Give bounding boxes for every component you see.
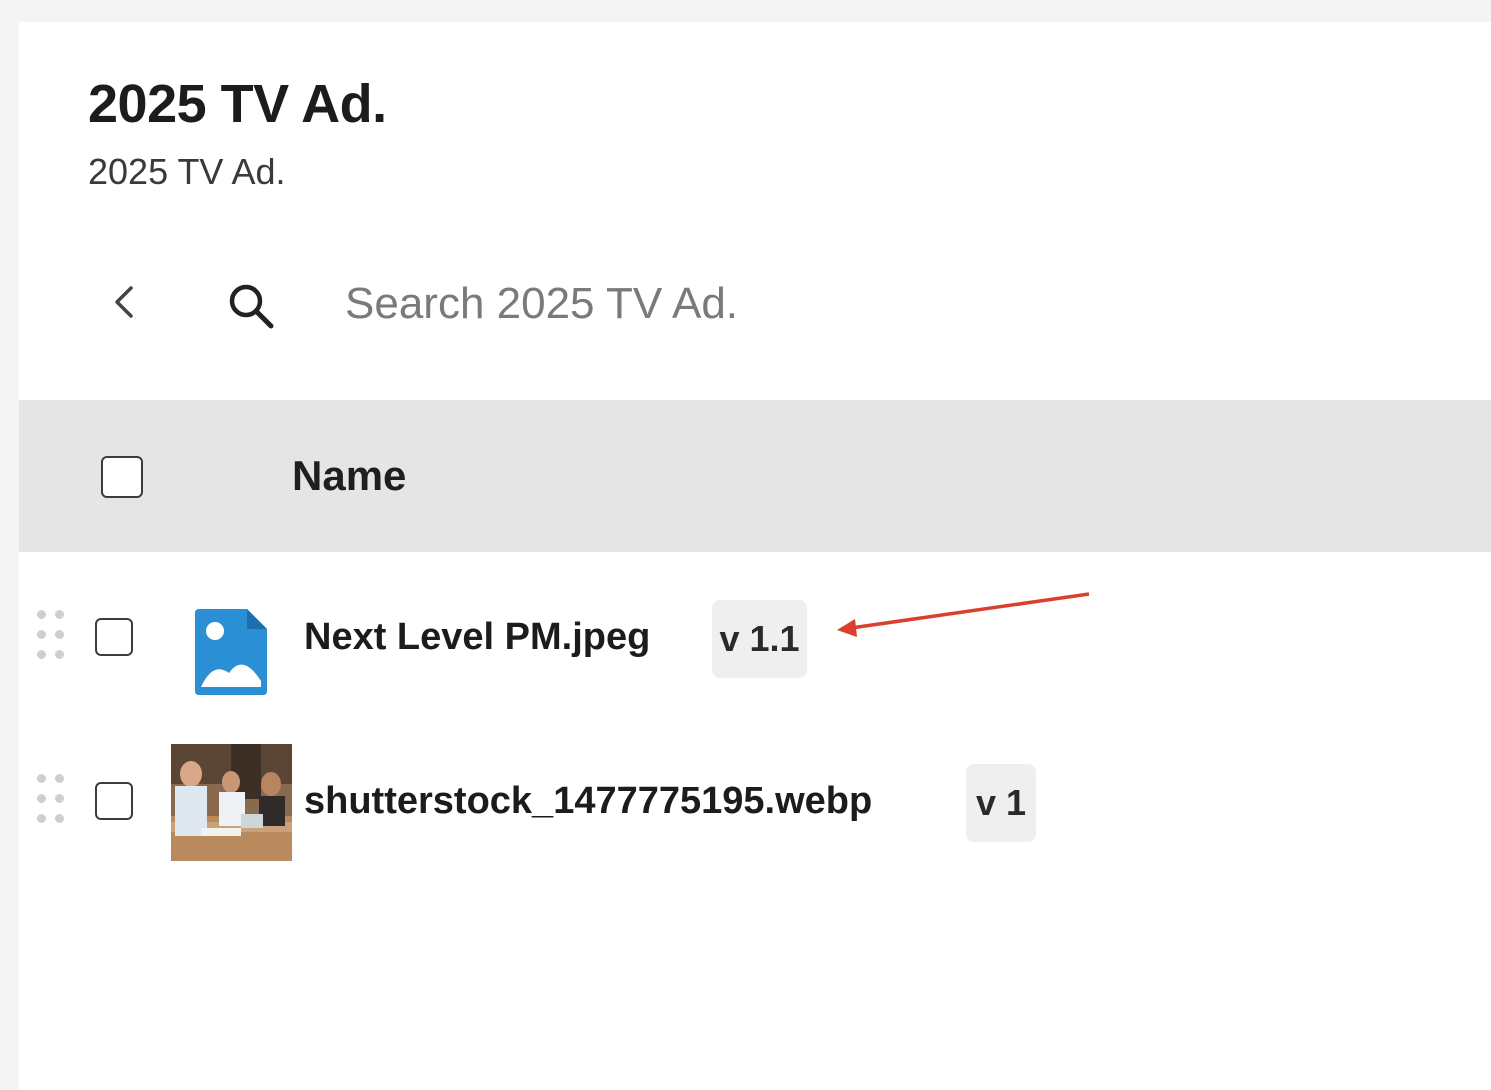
file-name[interactable]: Next Level PM.jpeg: [304, 614, 650, 660]
search-icon[interactable]: [223, 278, 279, 334]
table-row[interactable]: shutterstock_1477775195.webp v 1: [19, 734, 1491, 874]
version-badge[interactable]: v 1: [966, 764, 1036, 842]
page-subtitle: 2025 TV Ad.: [88, 151, 286, 192]
main-panel: 2025 TV Ad. 2025 TV Ad. Name: [19, 22, 1491, 1090]
file-name[interactable]: shutterstock_1477775195.webp: [304, 778, 872, 824]
back-button[interactable]: [105, 278, 145, 326]
row-checkbox[interactable]: [95, 618, 133, 656]
table-header: Name: [19, 400, 1491, 552]
search-input[interactable]: [341, 274, 1105, 334]
image-file-icon: [193, 607, 269, 697]
page-title: 2025 TV Ad.: [88, 74, 387, 134]
row-checkbox[interactable]: [95, 782, 133, 820]
table-row[interactable]: Next Level PM.jpeg v 1.1: [19, 570, 1491, 710]
drag-handle-icon[interactable]: [35, 774, 69, 826]
chevron-left-icon: [115, 286, 133, 318]
version-badge[interactable]: v 1.1: [712, 600, 807, 678]
column-header-name[interactable]: Name: [292, 450, 406, 502]
drag-handle-icon[interactable]: [35, 610, 69, 662]
select-all-checkbox[interactable]: [101, 456, 143, 498]
image-thumbnail: [171, 744, 292, 861]
